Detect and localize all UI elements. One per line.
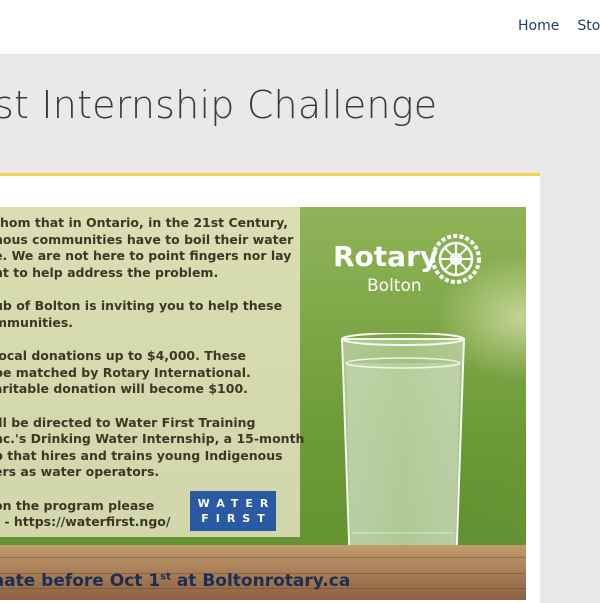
page-title: st Internship Challenge [0, 83, 438, 127]
poster-line: mmunities. [0, 314, 74, 330]
donate-call-to-action: nate before Oct 1st at Boltonrotary.ca [0, 571, 350, 591]
main-nav: Home Sto [518, 18, 600, 34]
top-nav-bar: Home Sto [0, 0, 600, 55]
challenge-poster-image: thom that in Ontario, in the 21st Centur… [0, 207, 526, 600]
poster-line: thom that in Ontario, in the 21st Centur… [0, 215, 289, 230]
poster-paragraph-1: thom that in Ontario, in the 21st Centur… [0, 215, 294, 281]
donate-text-start: nate before Oct 1 [0, 571, 161, 591]
nav-link-home[interactable]: Home [518, 18, 559, 34]
water-first-logo-line-2: FIRST [201, 512, 272, 525]
donate-text-end: at Boltonrotary.ca [170, 571, 351, 591]
poster-line: nc.'s Drinking Water Internship, a 15-mo… [0, 431, 305, 446]
poster-paragraph-4: ill be directed to Water First Training … [0, 414, 305, 481]
poster-paragraph-2: ub of Bolton is inviting you to help the… [0, 298, 294, 331]
poster-line: nt to help address the problem. [0, 264, 219, 280]
rotary-club-name: Bolton [367, 276, 422, 296]
poster-line: be matched by Rotary International. [0, 364, 251, 380]
nav-link-next[interactable]: Sto [577, 18, 600, 34]
rotary-logo-text: Rotary [333, 240, 439, 273]
poster-line: e. We are not here to point fingers nor … [0, 248, 292, 263]
water-first-logo-line-1: WATER [197, 497, 276, 510]
poster-line: local donations up to $4,000. These [0, 348, 247, 363]
poster-line: aritable donation will become $100. [0, 381, 248, 396]
water-first-logo: WATER FIRST [190, 491, 276, 531]
poster-line: p that hires and trains young Indigenous [0, 447, 283, 463]
donate-text-superscript: st [160, 571, 171, 583]
poster-line: ub of Bolton is inviting you to help the… [0, 298, 283, 313]
rotary-wheel-icon [431, 234, 481, 284]
poster-line: nous communities have to boil their wate… [0, 231, 294, 247]
poster-line: ill be directed to Water First Training [0, 414, 256, 430]
poster-line: ers as water operators. [0, 464, 160, 479]
poster-paragraph-3: local donations up to $4,000. These be m… [0, 348, 294, 398]
